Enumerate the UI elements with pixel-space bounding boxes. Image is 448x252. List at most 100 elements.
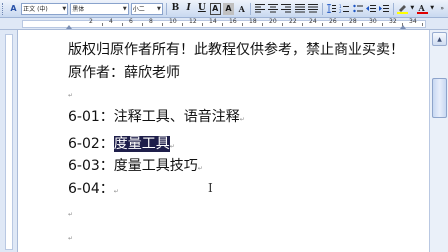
align-right-icon[interactable] [281, 3, 292, 15]
paragraph-mark: ↵ [239, 116, 245, 123]
font-size-value: 小二 [132, 6, 145, 13]
line-spacing-icon[interactable] [326, 3, 337, 15]
ruler-number: 10 [169, 18, 177, 25]
paragraph-mark: ↵ [169, 143, 175, 150]
italic-button[interactable]: I [183, 3, 194, 15]
scroll-up-button[interactable]: ▲ [432, 32, 447, 46]
right-indent-marker[interactable] [400, 25, 406, 29]
first-line-indent-marker[interactable] [66, 25, 72, 29]
toolbar-separator [165, 2, 167, 15]
ruler-tick [422, 23, 423, 26]
ruler-number: 2 [89, 18, 93, 25]
vertical-ruler[interactable] [0, 30, 18, 252]
ruler-number: 26 [329, 18, 337, 25]
author-line: 原作者：薛欣老师 [68, 65, 180, 81]
font-size-combo[interactable]: 小二 ▼ [130, 2, 163, 15]
paragraph-mark: ↵ [197, 165, 203, 172]
chevron-down-icon[interactable]: ▼ [430, 3, 435, 15]
ruler-number: 28 [349, 18, 357, 25]
numbering-icon[interactable]: 12 [339, 3, 350, 15]
ruler-number: 6 [129, 18, 133, 25]
align-left-icon[interactable] [254, 3, 265, 15]
ruler-tick [302, 23, 303, 26]
list-item: 6-02：度量工具↵ [68, 136, 175, 155]
ruler-number: 22 [289, 18, 297, 25]
vertical-ruler-track [5, 34, 13, 250]
vertical-scrollbar[interactable]: ▲ [429, 30, 448, 252]
character-border-icon[interactable]: A [209, 2, 221, 15]
ruler-number: 34 [409, 18, 417, 25]
ruler-tick [222, 23, 223, 26]
ruler-tick [342, 23, 343, 26]
chevron-down-icon: ▼ [156, 5, 161, 12]
style-combo[interactable]: 正文 (中) ▼ [21, 2, 69, 15]
character-shading-icon[interactable]: A [222, 2, 235, 15]
ruler-number: 32 [389, 18, 397, 25]
formatting-toolbar: A 正文 (中) ▼ 黑体 ▼ 小二 ▼ B I U A A A 12 ▼ A … [0, 0, 448, 18]
horizontal-ruler[interactable]: 2 4 6 8 10 12 14 16 18 20 22 24 26 28 30 32 34 [0, 18, 448, 30]
character-scale-button[interactable]: A [236, 3, 247, 15]
bullets-icon[interactable] [352, 3, 363, 15]
ruler-tick [242, 23, 243, 26]
list-item-number: 6-01： [68, 109, 114, 125]
bold-button[interactable]: B [170, 3, 181, 15]
ruler-tick [142, 23, 143, 26]
font-combo[interactable]: 黑体 ▼ [70, 2, 129, 15]
distributed-align-icon[interactable] [307, 3, 318, 15]
ruler-number: 14 [209, 18, 217, 25]
list-item-number: 6-03： [68, 158, 114, 174]
justify-icon[interactable] [294, 3, 305, 15]
list-item-text: 注释工具、语音注释 [113, 109, 240, 125]
svg-text:A: A [417, 3, 425, 13]
ruler-tick [362, 23, 363, 26]
ruler-tick [202, 23, 203, 26]
paragraph-mark: ↵ [68, 211, 74, 218]
copyright-line: 版权归原作者所有！此教程仅供参考，禁止商业买卖！ [68, 42, 404, 58]
list-item-number: 6-04： [68, 181, 114, 197]
toolbar-grip[interactable] [2, 2, 5, 15]
ruler-number: 8 [149, 18, 153, 25]
ruler-tick [102, 23, 103, 26]
ruler-track [22, 20, 426, 28]
selected-text[interactable]: 度量工具 [113, 136, 170, 152]
toolbar-separator [392, 2, 394, 15]
ruler-tick [122, 23, 123, 26]
scrollbar-thumb[interactable] [432, 78, 447, 118]
ruler-tick [282, 23, 283, 26]
ruler-tick [182, 23, 183, 26]
font-color-icon[interactable]: A [416, 3, 428, 15]
toolbar-separator [250, 2, 252, 15]
ruler-tick [262, 23, 263, 26]
ruler-tick [162, 23, 163, 26]
styles-pane-icon[interactable]: A [8, 3, 19, 15]
style-combo-value: 正文 (中) [23, 6, 48, 13]
list-item: 6-01：注释工具、语音注释↵ [68, 109, 245, 128]
ruler-tick [322, 23, 323, 26]
ruler-number: 24 [309, 18, 317, 25]
increase-indent-icon[interactable] [379, 3, 390, 15]
copyright-text: 版权归原作者所有！此教程仅供参考，禁止商业买卖！ [68, 42, 404, 58]
underline-button[interactable]: U [196, 3, 207, 15]
list-item: 6-03：度量工具技巧↵ [68, 158, 203, 177]
ruler-number: 16 [229, 18, 237, 25]
text-cursor-icon: I [208, 181, 213, 195]
font-combo-value: 黑体 [72, 6, 85, 13]
paragraph-mark: ↵ [113, 188, 119, 195]
paragraph-mark: ↵ [68, 235, 74, 242]
ruler-number: 20 [269, 18, 277, 25]
chevron-down-icon[interactable]: ▼ [410, 3, 415, 15]
align-center-icon[interactable] [268, 3, 279, 15]
chevron-down-icon: ▼ [62, 5, 67, 12]
ruler-number: 12 [189, 18, 197, 25]
author-text: 原作者：薛欣老师 [68, 65, 180, 81]
decrease-indent-icon[interactable] [365, 3, 376, 15]
ruler-number: 30 [369, 18, 377, 25]
ruler-number: 18 [249, 18, 257, 25]
list-item-number: 6-02： [68, 136, 114, 152]
ruler-tick [402, 23, 403, 26]
toolbar-options-icon[interactable]: » [437, 3, 448, 15]
ruler-tick [382, 23, 383, 26]
highlight-icon[interactable] [396, 3, 408, 15]
document-page[interactable]: 版权归原作者所有！此教程仅供参考，禁止商业买卖！ 原作者：薛欣老师 ↵ 6-01… [18, 30, 429, 252]
paragraph-mark: ↵ [68, 92, 74, 99]
